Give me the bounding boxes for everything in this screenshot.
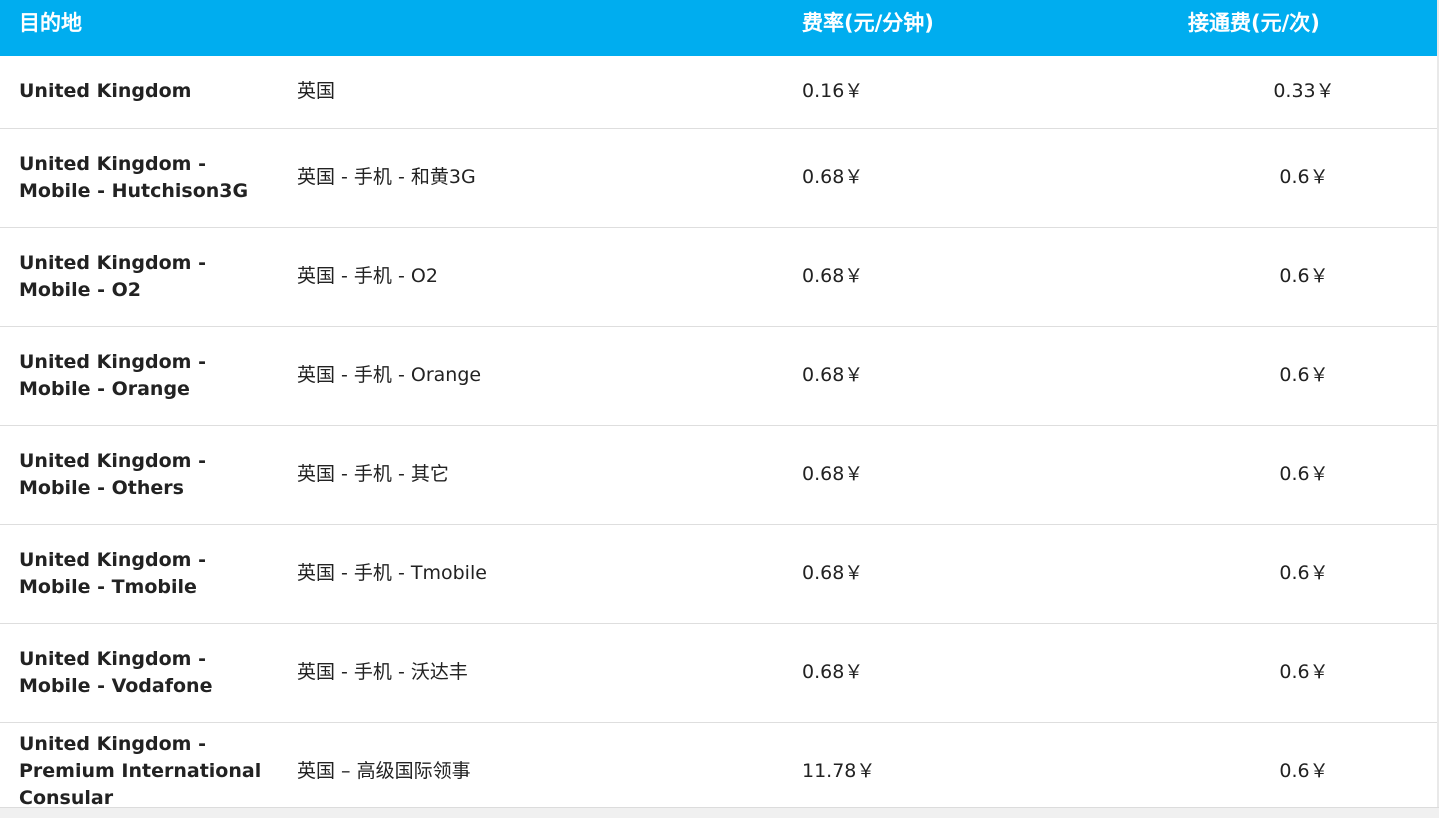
connection-fee-cell: 0.6￥ (1279, 661, 1329, 683)
horizontal-scrollbar[interactable] (0, 807, 1439, 818)
destination-cell: United Kingdom - Mobile - Others (19, 449, 206, 499)
destination-cell: United Kingdom - Mobile - Orange (19, 350, 206, 400)
rate-cell: 0.68￥ (802, 463, 864, 485)
rate-cell: 0.68￥ (802, 562, 864, 584)
table-row: United Kingdom - Mobile - Tmobile 英国 - 手… (0, 524, 1439, 623)
destination-cell: United Kingdom - Mobile - Vodafone (19, 647, 213, 697)
header-destination: 目的地 (19, 11, 82, 35)
table-row: United Kingdom - Premium International C… (0, 722, 1439, 818)
header-row: 目的地 费率(元/分钟) 接通费(元/次) (0, 0, 1439, 56)
table-row: United Kingdom - Mobile - Vodafone 英国 - … (0, 623, 1439, 722)
destination-cell: United Kingdom (19, 80, 192, 103)
connection-fee-cell: 0.6￥ (1279, 166, 1329, 188)
table-row: United Kingdom - Mobile - Orange 英国 - 手机… (0, 326, 1439, 425)
destination-cell: United Kingdom - Mobile - O2 (19, 251, 206, 301)
destination-cell: United Kingdom - Mobile - Tmobile (19, 548, 206, 598)
header-chinese-name (278, 0, 783, 56)
chinese-name-cell: 英国 - 手机 - 其它 (297, 463, 449, 485)
chinese-name-cell: 英国 (297, 80, 336, 103)
chinese-name-cell: 英国 - 手机 - 和黄3G (297, 166, 476, 188)
table-row: United Kingdom - Mobile - Hutchison3G 英国… (0, 128, 1439, 227)
chinese-name-cell: 英国 - 手机 - O2 (297, 265, 438, 287)
chinese-name-cell: 英国 - 手机 - Tmobile (297, 562, 487, 584)
chinese-name-cell: 英国 – 高级国际领事 (297, 760, 471, 782)
table-row: United Kingdom - Mobile - O2 英国 - 手机 - O… (0, 227, 1439, 326)
table-row: United Kingdom 英国 0.16￥ 0.33￥ (0, 56, 1439, 128)
rate-cell: 0.68￥ (802, 166, 864, 188)
table-row: United Kingdom - Mobile - Others 英国 - 手机… (0, 425, 1439, 524)
chinese-name-cell: 英国 - 手机 - Orange (297, 364, 482, 386)
chinese-name-cell: 英国 - 手机 - 沃达丰 (297, 661, 468, 683)
rate-cell: 0.68￥ (802, 364, 864, 386)
rate-cell: 0.16￥ (802, 80, 864, 103)
rate-cell: 11.78￥ (802, 760, 876, 782)
header-rate: 费率(元/分钟) (802, 11, 934, 35)
connection-fee-cell: 0.33￥ (1273, 80, 1335, 103)
connection-fee-cell: 0.6￥ (1279, 364, 1329, 386)
rates-table: 目的地 费率(元/分钟) 接通费(元/次) United Kingdom 英国 … (0, 0, 1439, 818)
connection-fee-cell: 0.6￥ (1279, 463, 1329, 485)
connection-fee-cell: 0.6￥ (1279, 562, 1329, 584)
connection-fee-cell: 0.6￥ (1279, 265, 1329, 287)
rate-cell: 0.68￥ (802, 265, 864, 287)
connection-fee-cell: 0.6￥ (1279, 760, 1329, 782)
destination-cell: United Kingdom - Mobile - Hutchison3G (19, 152, 249, 202)
table-header: 目的地 费率(元/分钟) 接通费(元/次) (0, 0, 1439, 56)
rate-cell: 0.68￥ (802, 661, 864, 683)
table-body: United Kingdom 英国 0.16￥ 0.33￥ United Kin… (0, 56, 1439, 818)
header-connection-fee: 接通费(元/次) (1188, 11, 1320, 35)
destination-cell: United Kingdom - Premium International C… (19, 733, 262, 809)
rates-page: 目的地 费率(元/分钟) 接通费(元/次) United Kingdom 英国 … (0, 0, 1439, 818)
